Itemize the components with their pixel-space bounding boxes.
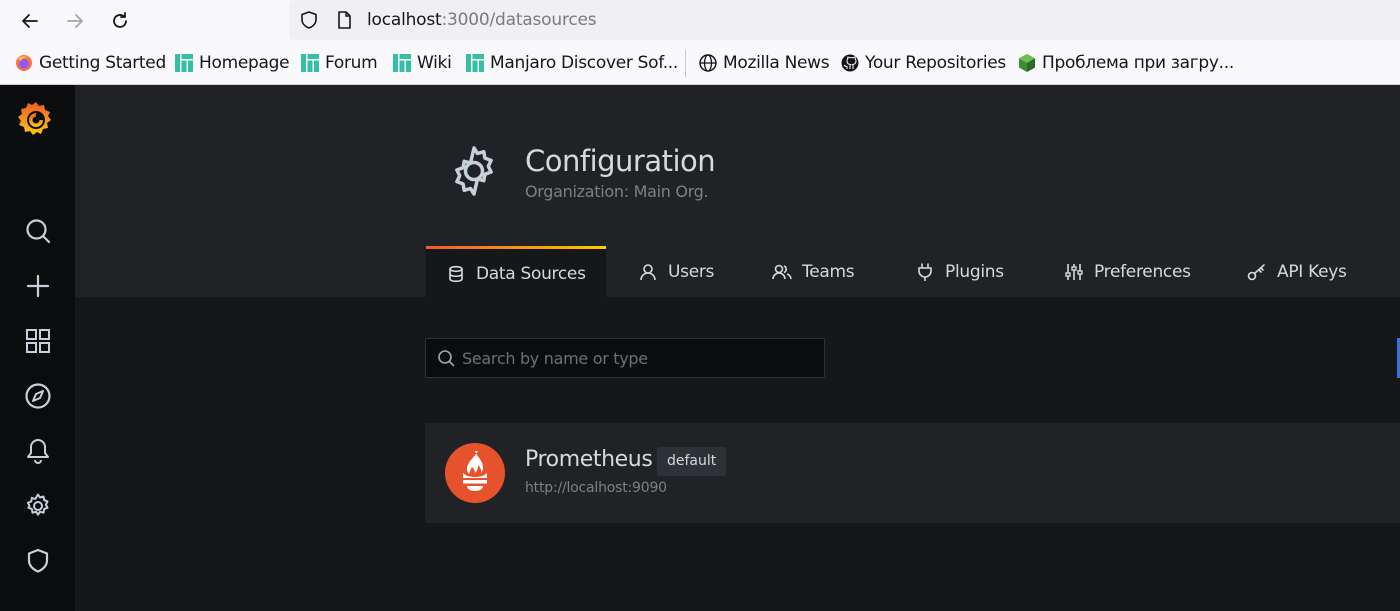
manjaro-icon <box>174 53 194 73</box>
bookmark-label: Homepage <box>199 53 290 73</box>
tab-preferences[interactable]: Preferences <box>1064 246 1191 298</box>
tab-label: API Keys <box>1277 262 1347 282</box>
alerting-icon[interactable] <box>21 434 55 468</box>
page-title: Configuration <box>525 144 716 178</box>
manjaro-icon <box>465 53 485 73</box>
tab-label: Plugins <box>945 262 1004 282</box>
grafana-logo-icon[interactable] <box>16 99 56 139</box>
globe-icon <box>698 53 718 73</box>
datasource-search <box>425 338 825 378</box>
page-subtitle: Organization: Main Org. <box>525 182 709 201</box>
back-button[interactable] <box>16 7 44 35</box>
bookmark-label: Forum <box>325 53 378 73</box>
bookmark-your-repositories[interactable]: Your Repositories <box>840 52 1006 74</box>
url-text[interactable]: localhost:3000/datasources <box>367 10 597 30</box>
bookmark-label: Проблема при загру... <box>1042 53 1234 73</box>
bookmark-forum[interactable]: Forum <box>300 52 378 74</box>
github-icon <box>840 53 860 73</box>
database-icon <box>446 264 466 284</box>
url-bar[interactable]: localhost:3000/datasources <box>289 0 1400 40</box>
sliders-icon <box>1064 262 1084 282</box>
browser-toolbar: localhost:3000/datasources <box>0 0 1400 42</box>
back-arrow-icon <box>22 14 38 28</box>
explore-icon[interactable] <box>21 379 55 413</box>
bookmark-wiki[interactable]: Wiki <box>392 52 452 74</box>
bookmark-label: Getting Started <box>39 53 166 73</box>
tab-label: Users <box>668 262 715 282</box>
cog-icon <box>447 144 501 198</box>
datasource-card-prometheus[interactable]: Prometheus default http://localhost:9090 <box>425 423 1400 523</box>
users-icon <box>772 262 792 282</box>
bookmark-label: Mozilla News <box>723 53 830 73</box>
bookmark-label: Your Repositories <box>865 53 1006 73</box>
grafana-sidemenu <box>0 85 75 611</box>
bookmark-label: Wiki <box>417 53 452 73</box>
search-input[interactable] <box>462 348 802 368</box>
url-path: :3000/datasources <box>441 10 597 30</box>
tab-api-keys[interactable]: API Keys <box>1247 246 1347 298</box>
tab-users[interactable]: Users <box>638 246 714 298</box>
default-badge: default <box>657 447 727 476</box>
bookmark-problem[interactable]: Проблема при загру... <box>1017 52 1234 74</box>
bookmark-manjaro-discover[interactable]: Manjaro Discover Sof... <box>465 52 678 74</box>
plus-icon[interactable] <box>21 269 55 303</box>
plug-icon <box>915 262 935 282</box>
configuration-icon[interactable] <box>21 489 55 523</box>
bookmarks-bar: Getting Started Homepage Forum Wiki Manj… <box>0 42 1400 85</box>
bookmark-homepage[interactable]: Homepage <box>174 52 290 74</box>
tab-teams[interactable]: Teams <box>772 246 855 298</box>
bookmarks-separator <box>685 50 686 77</box>
manjaro-icon <box>300 53 320 73</box>
url-host: localhost <box>367 10 442 30</box>
search-icon[interactable] <box>21 214 55 248</box>
manjaro-icon <box>392 53 412 73</box>
bookmark-label: Manjaro Discover Sof... <box>490 53 679 73</box>
server-admin-icon[interactable] <box>21 544 55 578</box>
tracking-shield-icon[interactable] <box>299 10 319 30</box>
forward-button[interactable] <box>61 7 89 35</box>
tab-data-sources[interactable]: Data Sources <box>426 246 606 298</box>
key-icon <box>1247 262 1267 282</box>
page-header: Configuration Organization: Main Org. Da… <box>75 85 1400 298</box>
dashboards-icon[interactable] <box>21 324 55 358</box>
prometheus-icon <box>444 442 506 504</box>
datasource-url: http://localhost:9090 <box>525 480 667 496</box>
search-icon <box>436 348 456 368</box>
main-content: Configuration Organization: Main Org. Da… <box>75 85 1400 611</box>
datasource-name: Prometheus <box>525 447 653 472</box>
cube-icon <box>1017 53 1037 73</box>
user-icon <box>638 262 658 282</box>
bookmark-getting-started[interactable]: Getting Started <box>14 52 166 74</box>
reload-icon <box>113 12 127 28</box>
tab-label: Data Sources <box>476 263 586 284</box>
forward-arrow-icon <box>67 14 83 28</box>
page-icon[interactable] <box>334 10 354 30</box>
firefox-icon <box>14 53 34 73</box>
bookmark-mozilla-news[interactable]: Mozilla News <box>698 52 830 74</box>
reload-button[interactable] <box>106 7 134 35</box>
tab-plugins[interactable]: Plugins <box>915 246 1004 298</box>
tab-label: Teams <box>802 262 855 282</box>
tab-label: Preferences <box>1094 262 1191 282</box>
